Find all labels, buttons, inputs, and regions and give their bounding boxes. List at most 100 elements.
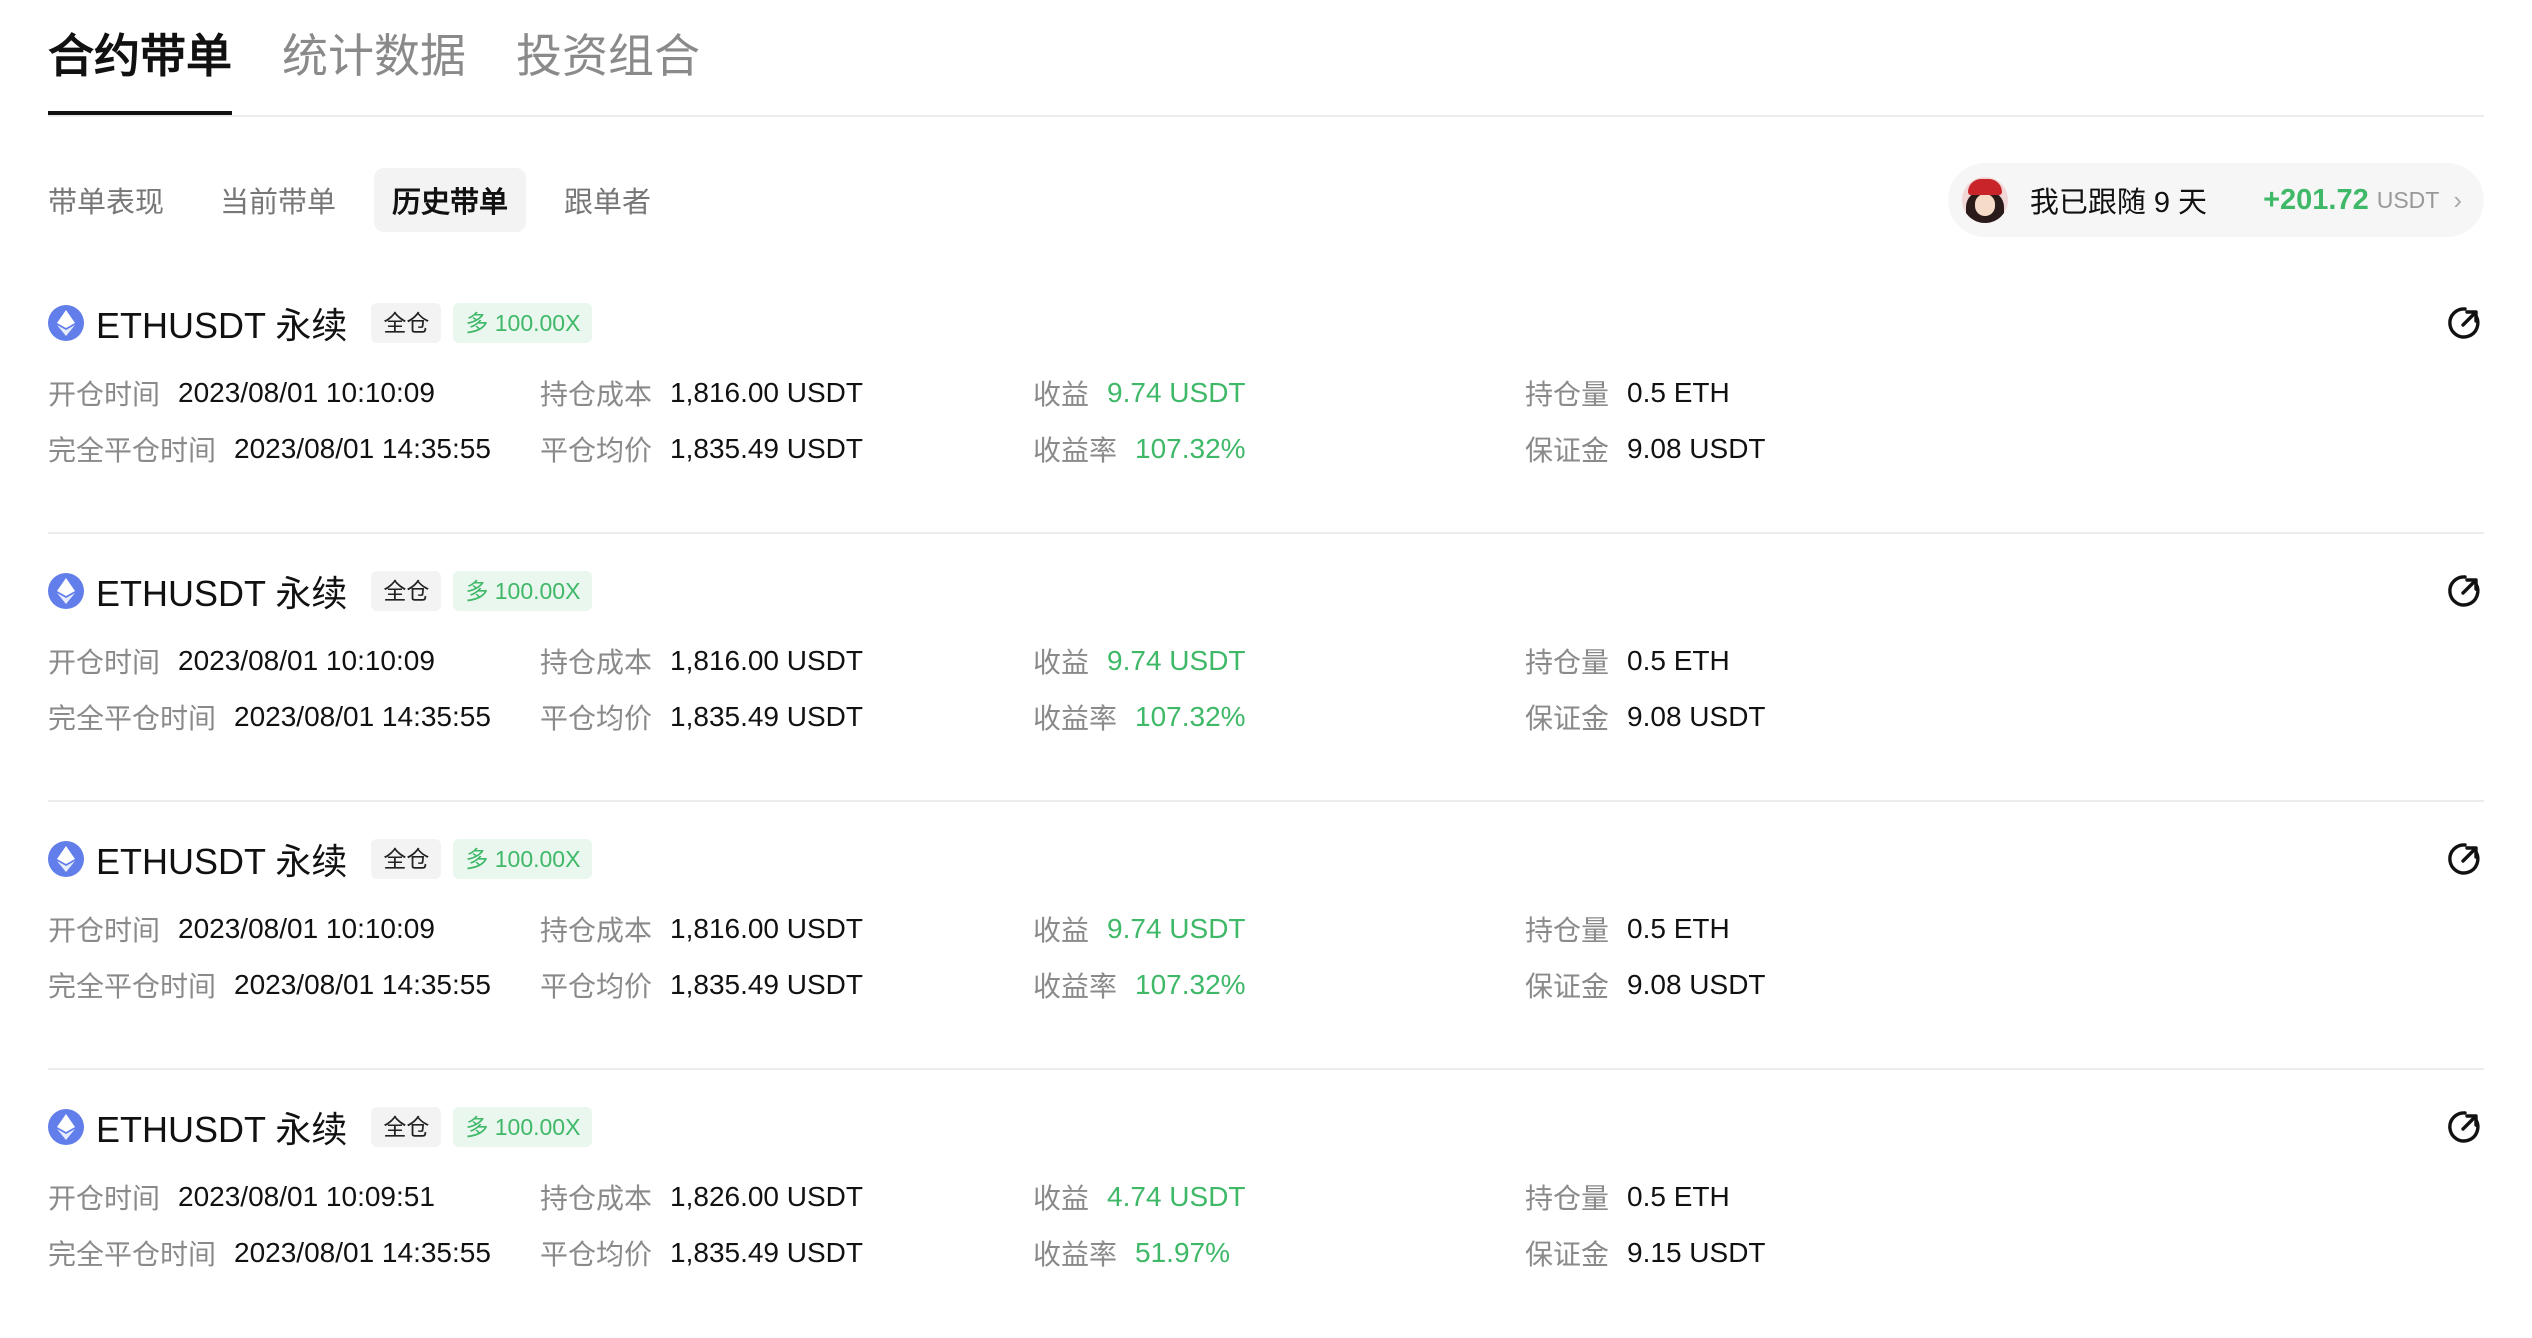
subtab-performance[interactable]: 带单表现	[30, 168, 182, 232]
size-value: 0.5 ETH	[1627, 645, 1730, 676]
open-time-value: 2023/08/01 10:09:51	[178, 1181, 435, 1212]
pnl-value: 9.74 USDT	[1107, 377, 1246, 408]
subtab-current-orders[interactable]: 当前带单	[202, 168, 354, 232]
size-label: 持仓量	[1525, 647, 1610, 678]
cost-value: 1,816.00 USDT	[670, 913, 864, 944]
eth-icon	[48, 841, 84, 877]
eth-icon	[48, 573, 84, 609]
share-icon[interactable]	[2446, 840, 2484, 878]
open-time-label: 开仓时间	[48, 647, 161, 678]
close-time-label: 完全平仓时间	[48, 1239, 217, 1270]
pnl-label: 收益	[1033, 915, 1090, 946]
tab-statistics[interactable]: 统计数据	[282, 0, 466, 113]
avg-close-value: 1,835.49 USDT	[670, 433, 864, 464]
eth-icon	[48, 305, 84, 341]
tab-portfolio[interactable]: 投资组合	[516, 0, 700, 113]
cost-label: 持仓成本	[540, 1183, 653, 1214]
cost-label: 持仓成本	[540, 647, 653, 678]
order-card: ETHUSDT 永续 全仓 多 100.00X 开仓时间 2023/08/01 1…	[48, 534, 2484, 802]
pnl-label: 收益	[1033, 1183, 1090, 1214]
open-time-value: 2023/08/01 10:10:09	[178, 913, 435, 944]
top-tab-bar: 合约带单 统计数据 投资组合	[48, 0, 2484, 117]
close-time-label: 完全平仓时间	[48, 971, 217, 1002]
chevron-right-icon: ›	[2453, 184, 2462, 215]
margin-mode-badge: 全仓	[371, 1107, 442, 1147]
margin-label: 保证金	[1525, 703, 1610, 734]
pnl-value: 9.74 USDT	[1107, 913, 1246, 944]
leverage-badge: 多 100.00X	[453, 839, 593, 879]
avg-close-value: 1,835.49 USDT	[670, 701, 864, 732]
avg-close-label: 平仓均价	[540, 971, 653, 1002]
cost-label: 持仓成本	[540, 379, 653, 410]
close-time-value: 2023/08/01 14:35:55	[234, 1237, 491, 1268]
order-header: ETHUSDT 永续 全仓 多 100.00X	[48, 302, 604, 346]
subtab-followers[interactable]: 跟单者	[546, 168, 669, 232]
size-label: 持仓量	[1525, 379, 1610, 410]
size-label: 持仓量	[1525, 915, 1610, 946]
margin-label: 保证金	[1525, 435, 1610, 466]
follow-profit-amount: +201.72	[2263, 183, 2369, 216]
roi-label: 收益率	[1033, 1239, 1118, 1270]
leverage-badge: 多 100.00X	[453, 1107, 593, 1147]
cost-label: 持仓成本	[540, 915, 653, 946]
open-time-label: 开仓时间	[48, 1183, 161, 1214]
open-time-label: 开仓时间	[48, 379, 161, 410]
order-symbol: ETHUSDT 永续	[96, 841, 348, 882]
share-icon[interactable]	[2446, 572, 2484, 610]
margin-value: 9.08 USDT	[1627, 701, 1766, 732]
size-value: 0.5 ETH	[1627, 913, 1730, 944]
order-header: ETHUSDT 永续 全仓 多 100.00X	[48, 570, 604, 614]
roi-value: 51.97%	[1135, 1237, 1230, 1268]
leverage-badge: 多 100.00X	[453, 303, 593, 343]
pnl-label: 收益	[1033, 379, 1090, 410]
cost-value: 1,816.00 USDT	[670, 645, 864, 676]
margin-value: 9.15 USDT	[1627, 1237, 1766, 1268]
roi-value: 107.32%	[1135, 701, 1246, 732]
order-header: ETHUSDT 永续 全仓 多 100.00X	[48, 838, 604, 882]
tab-contract-copy[interactable]: 合约带单	[48, 0, 232, 115]
margin-mode-badge: 全仓	[371, 571, 442, 611]
pnl-value: 4.74 USDT	[1107, 1181, 1246, 1212]
roi-label: 收益率	[1033, 435, 1118, 466]
share-icon[interactable]	[2446, 304, 2484, 342]
follow-profit-unit: USDT	[2376, 186, 2440, 213]
size-value: 0.5 ETH	[1627, 377, 1730, 408]
subtab-history-orders[interactable]: 历史带单	[374, 168, 527, 232]
open-time-value: 2023/08/01 10:10:09	[178, 645, 435, 676]
order-symbol: ETHUSDT 永续	[96, 305, 348, 346]
order-symbol: ETHUSDT 永续	[96, 573, 348, 614]
close-time-label: 完全平仓时间	[48, 435, 217, 466]
margin-value: 9.08 USDT	[1627, 433, 1766, 464]
roi-value: 107.32%	[1135, 969, 1246, 1000]
sub-tab-bar: 带单表现 当前带单 历史带单 跟单者	[48, 168, 689, 232]
avg-close-value: 1,835.49 USDT	[670, 1237, 864, 1268]
roi-label: 收益率	[1033, 971, 1118, 1002]
cost-value: 1,816.00 USDT	[670, 377, 864, 408]
follow-summary-button[interactable]: 我已跟随 9 天 +201.72 USDT ›	[1947, 163, 2484, 237]
close-time-value: 2023/08/01 14:35:55	[234, 969, 491, 1000]
page: 合约带单 统计数据 投资组合 带单表现 当前带单 历史带单 跟单者 我已跟随 9…	[0, 0, 2532, 1300]
avg-close-label: 平仓均价	[540, 703, 653, 734]
margin-mode-badge: 全仓	[371, 839, 442, 879]
pnl-value: 9.74 USDT	[1107, 645, 1246, 676]
open-time-label: 开仓时间	[48, 915, 161, 946]
avg-close-value: 1,835.49 USDT	[670, 969, 864, 1000]
margin-value: 9.08 USDT	[1627, 969, 1766, 1000]
close-time-value: 2023/08/01 14:35:55	[234, 701, 491, 732]
avg-close-label: 平仓均价	[540, 1239, 653, 1270]
leverage-badge: 多 100.00X	[453, 571, 593, 611]
cost-value: 1,826.00 USDT	[670, 1181, 864, 1212]
roi-label: 收益率	[1033, 703, 1118, 734]
share-icon[interactable]	[2446, 1108, 2484, 1146]
avatar	[1961, 177, 2008, 223]
history-order-list: ETHUSDT 永续 全仓 多 100.00X 开仓时间 2023/08/01 1…	[48, 266, 2484, 1338]
order-header: ETHUSDT 永续 全仓 多 100.00X	[48, 1106, 604, 1150]
order-card: ETHUSDT 永续 全仓 多 100.00X 开仓时间 2023/08/01 1…	[48, 266, 2484, 534]
avg-close-label: 平仓均价	[540, 435, 653, 466]
open-time-value: 2023/08/01 10:10:09	[178, 377, 435, 408]
order-symbol: ETHUSDT 永续	[96, 1109, 348, 1150]
margin-mode-badge: 全仓	[371, 303, 442, 343]
close-time-value: 2023/08/01 14:35:55	[234, 433, 491, 464]
pnl-label: 收益	[1033, 647, 1090, 678]
eth-icon	[48, 1109, 84, 1145]
